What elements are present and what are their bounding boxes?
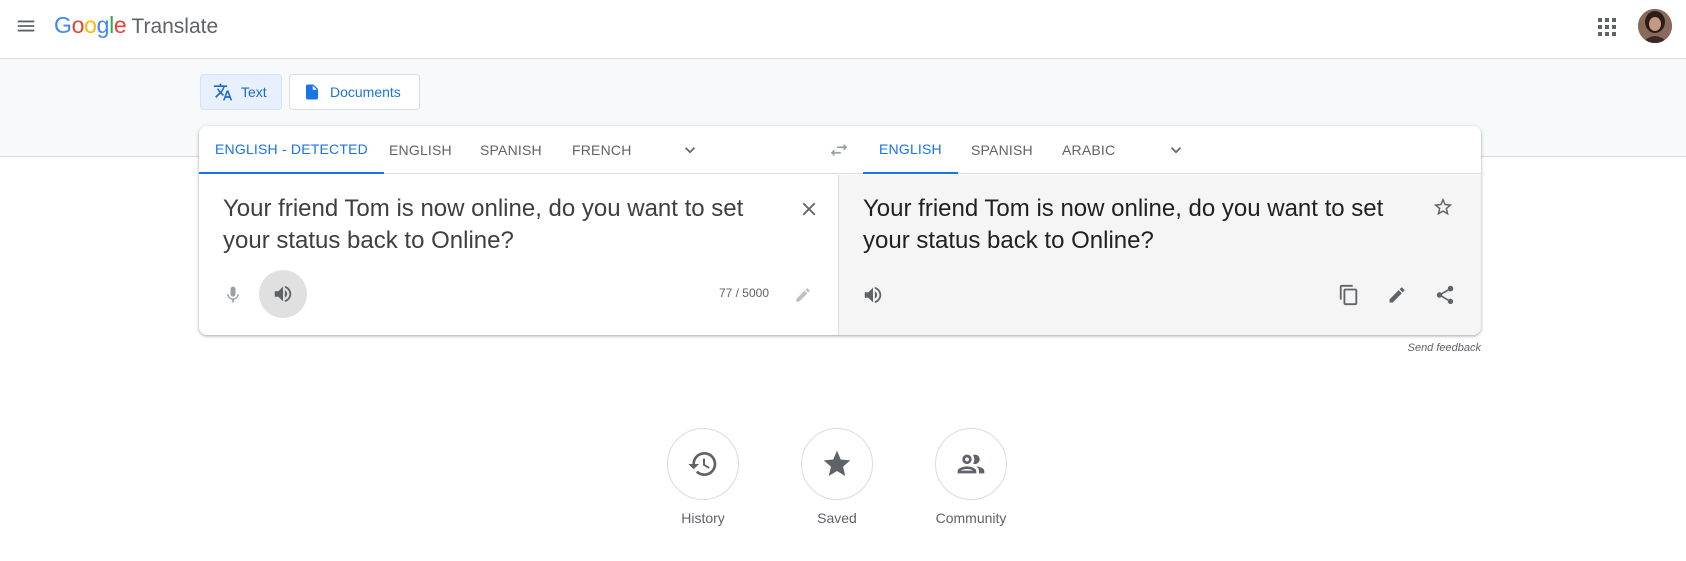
- source-lang-detected-tab[interactable]: ENGLISH - DETECTED: [199, 126, 384, 174]
- source-lang-spanish-tab[interactable]: SPANISH: [464, 126, 558, 174]
- listen-translation-button[interactable]: [859, 281, 887, 309]
- history-action[interactable]: History: [643, 428, 763, 526]
- history-button[interactable]: [667, 428, 739, 500]
- google-translate-logo[interactable]: Google Translate: [54, 12, 218, 42]
- documents-mode-label: Documents: [330, 84, 401, 100]
- clear-source-button[interactable]: [795, 195, 823, 223]
- speaker-icon: [274, 285, 292, 303]
- community-button[interactable]: [935, 428, 1007, 500]
- star-outline-icon: [1433, 197, 1453, 216]
- handwriting-button[interactable]: [791, 283, 815, 307]
- community-label: Community: [935, 510, 1007, 526]
- copy-icon: [1339, 284, 1358, 306]
- target-pane: Your friend Tom is now online, do you wa…: [839, 175, 1481, 335]
- chevron-down-icon: [1171, 147, 1181, 154]
- share-translation-button[interactable]: [1431, 281, 1459, 309]
- document-icon: [302, 82, 322, 102]
- translated-text: Your friend Tom is now online, do you wa…: [863, 195, 1384, 254]
- text-mode-tab[interactable]: Text: [200, 74, 282, 110]
- community-icon: [957, 454, 985, 474]
- history-icon: [688, 452, 717, 476]
- send-feedback-link[interactable]: Send feedback: [1380, 342, 1481, 354]
- target-lang-arabic-tab[interactable]: ARABIC: [1046, 126, 1131, 174]
- speaker-icon: [864, 286, 882, 304]
- community-action[interactable]: Community: [911, 428, 1031, 526]
- edit-translation-button[interactable]: [1383, 281, 1411, 309]
- documents-mode-tab[interactable]: Documents: [289, 74, 420, 110]
- product-name: Translate: [131, 15, 219, 38]
- pencil-icon: [796, 288, 810, 302]
- avatar-photo: [1638, 9, 1672, 43]
- text-mode-label: Text: [241, 84, 267, 100]
- saved-button[interactable]: [801, 428, 873, 500]
- pencil-icon: [1389, 287, 1405, 303]
- saved-label: Saved: [817, 510, 857, 526]
- character-counter: 77 / 5000: [718, 286, 769, 300]
- close-icon: [802, 202, 816, 216]
- target-lang-more-button[interactable]: [1164, 138, 1188, 162]
- source-lang-french-tab[interactable]: FRENCH: [556, 126, 648, 174]
- menu-icon: [17, 20, 35, 32]
- history-label: History: [681, 510, 725, 526]
- translate-icon: [213, 82, 233, 102]
- source-lang-english-tab[interactable]: ENGLISH: [373, 126, 468, 174]
- main-menu-button[interactable]: [10, 10, 42, 42]
- listen-source-button[interactable]: [259, 270, 307, 318]
- translation-card: ENGLISH - DETECTED ENGLISH SPANISH FRENC…: [199, 126, 1481, 335]
- swap-languages-button[interactable]: [827, 138, 851, 162]
- google-apps-button[interactable]: [1590, 10, 1624, 44]
- target-lang-english-tab[interactable]: ENGLISH: [863, 126, 958, 174]
- google-wordmark: Google: [54, 12, 127, 38]
- source-text-input[interactable]: Your friend Tom is now online, do you wa…: [223, 193, 783, 257]
- share-icon: [1436, 285, 1454, 305]
- source-pane: Your friend Tom is now online, do you wa…: [199, 175, 839, 335]
- target-lang-spanish-tab[interactable]: SPANISH: [955, 126, 1049, 174]
- voice-input-button[interactable]: [219, 281, 247, 309]
- star-icon: [823, 450, 851, 476]
- apps-grid-icon: [1598, 18, 1616, 36]
- language-bar: ENGLISH - DETECTED ENGLISH SPANISH FRENC…: [199, 126, 1481, 174]
- saved-action[interactable]: Saved: [777, 428, 897, 526]
- save-translation-button[interactable]: [1429, 193, 1457, 221]
- microphone-icon: [227, 286, 239, 303]
- copy-translation-button[interactable]: [1335, 281, 1363, 309]
- swap-icon: [830, 143, 848, 157]
- chevron-down-icon: [685, 147, 695, 154]
- source-lang-more-button[interactable]: [678, 138, 702, 162]
- app-header: Google Translate: [0, 0, 1686, 59]
- account-avatar[interactable]: [1638, 9, 1672, 43]
